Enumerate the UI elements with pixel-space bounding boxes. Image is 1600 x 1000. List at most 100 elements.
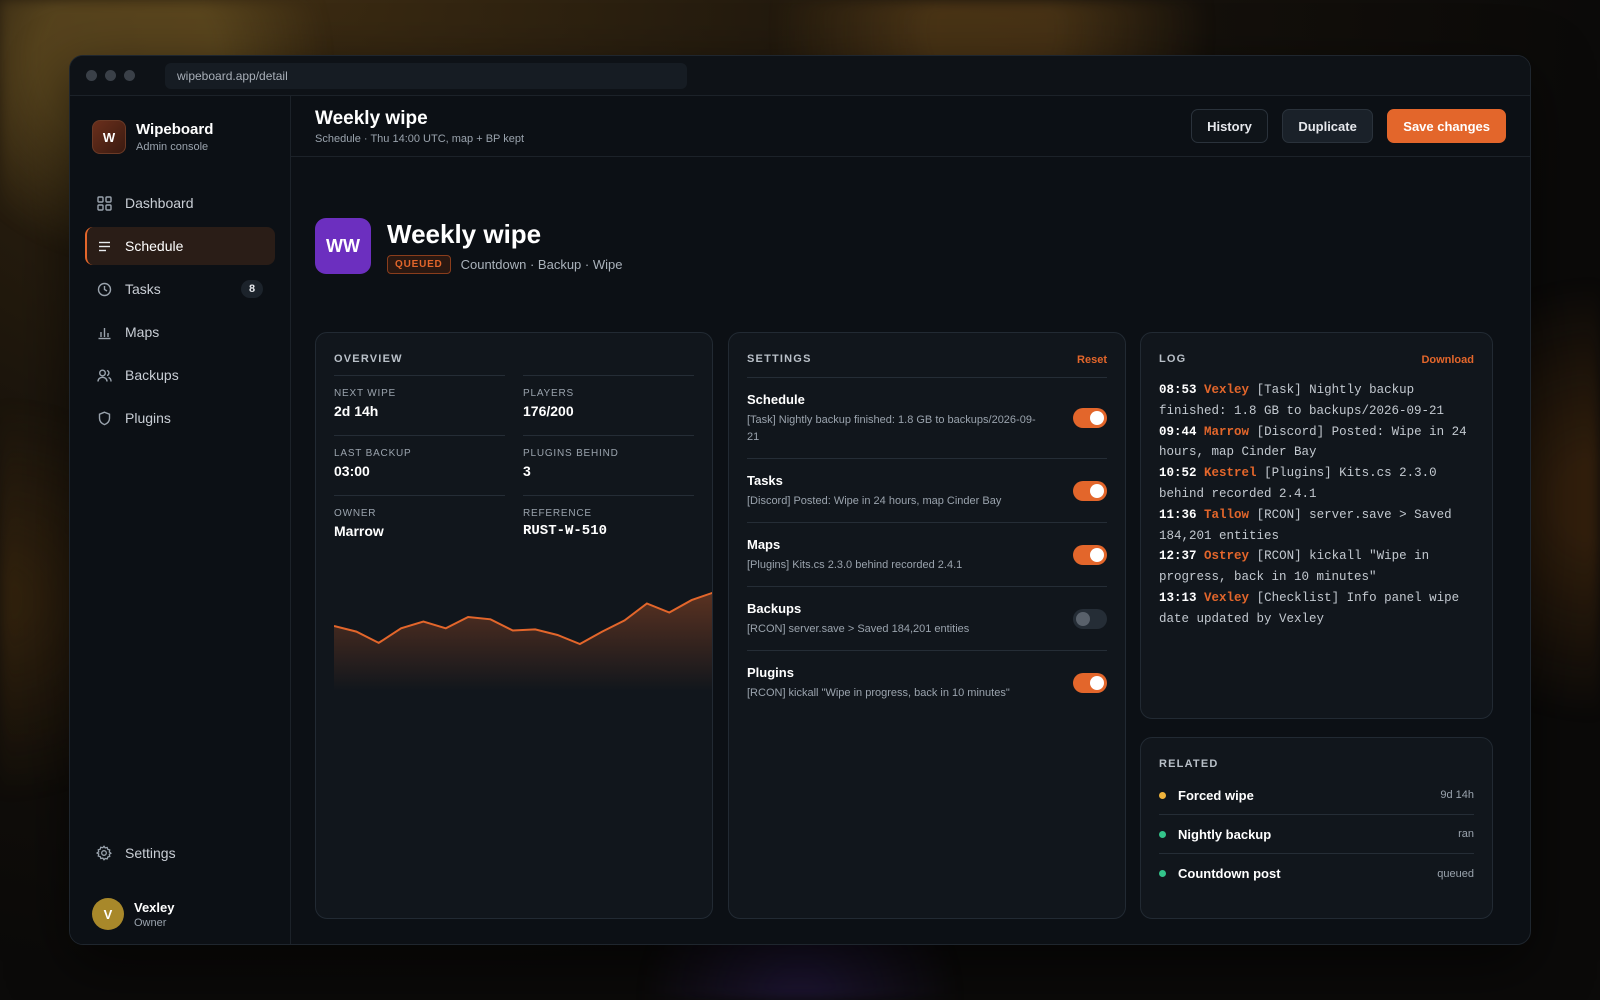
setting-description: [Plugins] Kits.cs 2.3.0 behind recorded … bbox=[747, 559, 963, 571]
sidebar-item-dashboard[interactable]: Dashboard bbox=[85, 184, 275, 222]
window-close-dot[interactable] bbox=[86, 70, 97, 81]
log-entry: 11:36 Tallow [RCON] server.save > Saved … bbox=[1159, 505, 1474, 547]
brand-logo: W bbox=[92, 120, 126, 154]
log-time: 09:44 bbox=[1159, 424, 1197, 439]
sidebar-item-label: Dashboard bbox=[125, 195, 194, 211]
main-content: Weekly wipe Schedule · Thu 14:00 UTC, ma… bbox=[291, 96, 1530, 944]
backups-toggle[interactable] bbox=[1073, 608, 1107, 629]
field-label: REFERENCE bbox=[523, 508, 592, 519]
list-icon bbox=[96, 238, 112, 254]
sidebar-item-label: Maps bbox=[125, 324, 160, 340]
tasks-count-badge: 8 bbox=[241, 280, 263, 298]
hero-logo: WW bbox=[315, 218, 371, 274]
setting-name: Backups bbox=[747, 601, 802, 616]
related-item[interactable]: Nightly backup ran bbox=[1159, 815, 1474, 854]
related-item[interactable]: Forced wipe 9d 14h bbox=[1159, 776, 1474, 815]
related-meta: 9d 14h bbox=[1440, 789, 1474, 801]
users-icon bbox=[96, 367, 112, 383]
history-button[interactable]: History bbox=[1191, 109, 1268, 143]
related-name: Nightly backup bbox=[1178, 826, 1272, 842]
sidebar-item-maps[interactable]: Maps bbox=[85, 313, 275, 351]
toggle-knob bbox=[1090, 675, 1104, 690]
overview-field: OWNER Marrow bbox=[334, 495, 505, 555]
log-text: [RCON] server.save > Saved 184,201 entit… bbox=[1159, 507, 1452, 543]
log-text: [RCON] kickall "Wipe in progress, back i… bbox=[1159, 549, 1430, 585]
user-name: Vexley bbox=[134, 899, 175, 915]
tasks-toggle[interactable] bbox=[1073, 480, 1107, 501]
schedule-toggle[interactable] bbox=[1073, 408, 1107, 428]
header-actions: History Duplicate Save changes bbox=[1181, 109, 1506, 143]
address-bar[interactable]: wipeboard.app/detail bbox=[165, 62, 687, 89]
log-user: Vexley bbox=[1204, 590, 1250, 605]
log-user: Vexley bbox=[1204, 383, 1250, 397]
brand[interactable]: W Wipeboard Admin console bbox=[85, 120, 275, 154]
plugins-toggle[interactable] bbox=[1073, 672, 1107, 693]
hero-meta: QUEUED Countdown · Backup · Wipe bbox=[387, 254, 622, 274]
log-entry: 12:37 Ostrey [RCON] kickall "Wipe in pro… bbox=[1159, 546, 1474, 588]
hero: WW Weekly wipe QUEUED Countdown · Backup… bbox=[315, 218, 622, 274]
download-link[interactable]: Download bbox=[1421, 354, 1474, 366]
log-entry: 10:52 Kestrel [Plugins] Kits.cs 2.3.0 be… bbox=[1159, 463, 1474, 505]
toggle-knob bbox=[1090, 411, 1104, 425]
setting-row-backups: Backups [RCON] server.save > Saved 184,2… bbox=[747, 586, 1107, 650]
sidebar-item-label: Settings bbox=[125, 845, 176, 861]
log-time: 12:37 bbox=[1159, 549, 1197, 564]
status-badge: QUEUED bbox=[387, 254, 451, 274]
window-minimize-dot[interactable] bbox=[105, 70, 116, 81]
browser-window: wipeboard.app/detail W Wipeboard Admin c… bbox=[69, 55, 1531, 945]
overview-title: OVERVIEW bbox=[334, 353, 403, 365]
setting-description: [Discord] Posted: Wipe in 24 hours, map … bbox=[747, 495, 1002, 507]
log-user: Tallow bbox=[1204, 507, 1250, 522]
reset-link[interactable]: Reset bbox=[1077, 354, 1107, 366]
field-value: 3 bbox=[523, 463, 531, 479]
field-label: OWNER bbox=[334, 508, 377, 519]
field-value: Marrow bbox=[334, 523, 384, 539]
user-profile[interactable]: V Vexley Owner bbox=[85, 884, 275, 944]
sidebar-item-backups[interactable]: Backups bbox=[85, 356, 275, 394]
field-label: LAST BACKUP bbox=[334, 448, 412, 459]
settings-card: SETTINGS Reset Schedule [Task] Nightly b… bbox=[728, 332, 1126, 919]
avatar: V bbox=[92, 898, 124, 930]
sparkline-chart bbox=[334, 591, 712, 691]
log-user: Ostrey bbox=[1204, 549, 1250, 564]
sidebar-item-schedule[interactable]: Schedule bbox=[85, 227, 275, 265]
window-maximize-dot[interactable] bbox=[124, 70, 135, 81]
sidebar-footer: Settings V Vexley Owner bbox=[85, 834, 275, 944]
related-meta: queued bbox=[1437, 867, 1474, 880]
sidebar-item-plugins[interactable]: Plugins bbox=[85, 399, 275, 437]
sidebar-item-tasks[interactable]: Tasks 8 bbox=[85, 270, 275, 308]
titlebar: wipeboard.app/detail bbox=[70, 56, 1530, 96]
field-label: PLUGINS BEHIND bbox=[523, 448, 619, 459]
related-list: Forced wipe 9d 14h Nightly backup ran Co… bbox=[1159, 776, 1474, 893]
page-title: Weekly wipe bbox=[315, 107, 428, 129]
sidebar-item-settings[interactable]: Settings bbox=[85, 834, 275, 872]
sidebar-item-label: Backups bbox=[125, 367, 179, 383]
overview-field: NEXT WIPE 2d 14h bbox=[334, 375, 505, 435]
log-entry: 08:53 Vexley [Task] Nightly backup finis… bbox=[1159, 380, 1474, 422]
overview-field: PLAYERS 176/200 bbox=[523, 375, 694, 435]
duplicate-button[interactable]: Duplicate bbox=[1282, 109, 1373, 143]
related-meta: ran bbox=[1458, 828, 1474, 840]
log-card: LOG Download 08:53 Vexley [Task] Nightly… bbox=[1140, 332, 1493, 719]
brand-name: Wipeboard bbox=[136, 121, 214, 138]
status-dot bbox=[1159, 870, 1166, 877]
maps-toggle[interactable] bbox=[1073, 544, 1107, 565]
setting-name: Plugins bbox=[747, 665, 794, 680]
status-dot bbox=[1159, 791, 1166, 799]
overview-field: PLUGINS BEHIND 3 bbox=[523, 435, 694, 495]
related-item[interactable]: Countdown post queued bbox=[1159, 854, 1474, 893]
overview-fields: NEXT WIPE 2d 14h PLAYERS 176/200 LAST BA… bbox=[334, 375, 694, 555]
shield-icon bbox=[96, 410, 112, 426]
save-button[interactable]: Save changes bbox=[1387, 109, 1506, 143]
log-user: Marrow bbox=[1204, 424, 1250, 439]
setting-name: Maps bbox=[747, 537, 781, 552]
field-label: PLAYERS bbox=[523, 388, 574, 399]
log-time: 11:36 bbox=[1159, 507, 1197, 522]
sidebar: W Wipeboard Admin console Dashboard Sche… bbox=[70, 96, 291, 944]
overview-card: OVERVIEW NEXT WIPE 2d 14h PLAYERS 176/20… bbox=[315, 332, 713, 919]
setting-description: [RCON] server.save > Saved 184,201 entit… bbox=[747, 623, 970, 635]
log-text: [Task] Nightly backup finished: 1.8 GB t… bbox=[1159, 383, 1445, 418]
log-entry: 09:44 Marrow [Discord] Posted: Wipe in 2… bbox=[1159, 422, 1474, 464]
field-value: 2d 14h bbox=[334, 403, 379, 419]
user-role: Owner bbox=[134, 916, 167, 929]
